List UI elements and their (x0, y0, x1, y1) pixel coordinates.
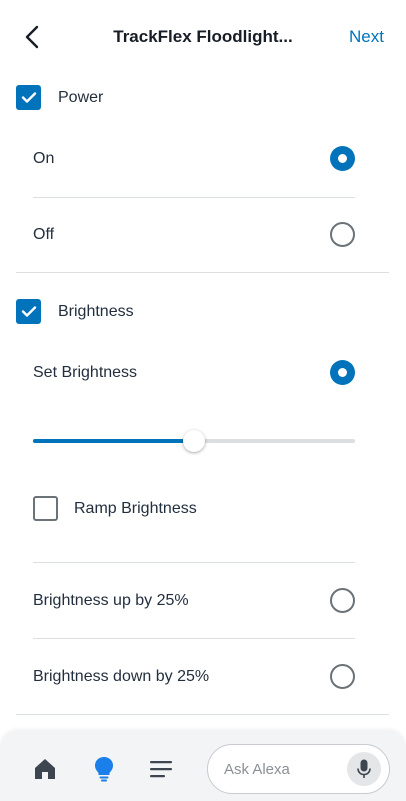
ramp-brightness-label: Ramp Brightness (74, 499, 197, 517)
nav-more[interactable] (148, 756, 174, 782)
ask-alexa-placeholder: Ask Alexa (224, 760, 290, 778)
brightness-up-option[interactable]: Brightness up by 25% (33, 588, 355, 613)
bottom-nav-bar: Ask Alexa (0, 730, 406, 801)
mic-button[interactable] (347, 752, 381, 786)
checkmark-icon (21, 92, 36, 103)
nav-home[interactable] (32, 756, 58, 782)
power-option-off[interactable]: Off (33, 222, 355, 247)
slider-thumb[interactable] (183, 430, 205, 452)
brightness-slider[interactable] (33, 428, 355, 454)
checkmark-icon (21, 306, 36, 317)
power-checkbox[interactable] (16, 85, 41, 110)
mic-icon (357, 759, 371, 778)
section-divider (16, 272, 389, 273)
option-label: Set Brightness (33, 363, 138, 381)
next-button[interactable]: Next (349, 27, 384, 47)
menu-icon (150, 761, 172, 778)
ramp-brightness-checkbox[interactable] (33, 496, 58, 521)
brightness-label: Brightness (58, 302, 134, 320)
option-label: Brightness up by 25% (33, 591, 189, 609)
radio-off[interactable] (330, 222, 355, 247)
divider (33, 197, 355, 198)
slider-fill (33, 439, 194, 443)
radio-brightness-down[interactable] (330, 664, 355, 689)
home-icon (35, 759, 55, 779)
divider (33, 562, 355, 563)
option-label: Brightness down by 25% (33, 667, 210, 685)
back-button[interactable] (18, 22, 46, 52)
radio-brightness-up[interactable] (330, 588, 355, 613)
power-label: Power (58, 88, 104, 106)
devices-bulb-icon (95, 757, 113, 782)
option-label: On (33, 149, 55, 167)
ramp-brightness-row[interactable]: Ramp Brightness (33, 496, 197, 521)
page-title: TrackFlex Floodlight... (113, 27, 293, 46)
power-option-on[interactable]: On (33, 146, 355, 171)
radio-set-brightness[interactable] (330, 360, 355, 385)
brightness-checkbox-row[interactable]: Brightness (16, 299, 134, 324)
brightness-checkbox[interactable] (16, 299, 41, 324)
ask-alexa-input[interactable]: Ask Alexa (207, 744, 390, 794)
nav-devices[interactable] (91, 756, 117, 782)
radio-on[interactable] (330, 146, 355, 171)
brightness-down-option[interactable]: Brightness down by 25% (33, 664, 355, 689)
divider (33, 638, 355, 639)
chevron-left-icon (25, 25, 39, 49)
option-label: Off (33, 225, 55, 243)
set-brightness-option[interactable]: Set Brightness (33, 360, 355, 385)
power-checkbox-row[interactable]: Power (16, 85, 103, 110)
header: TrackFlex Floodlight... Next (0, 0, 406, 74)
section-divider (16, 714, 389, 715)
